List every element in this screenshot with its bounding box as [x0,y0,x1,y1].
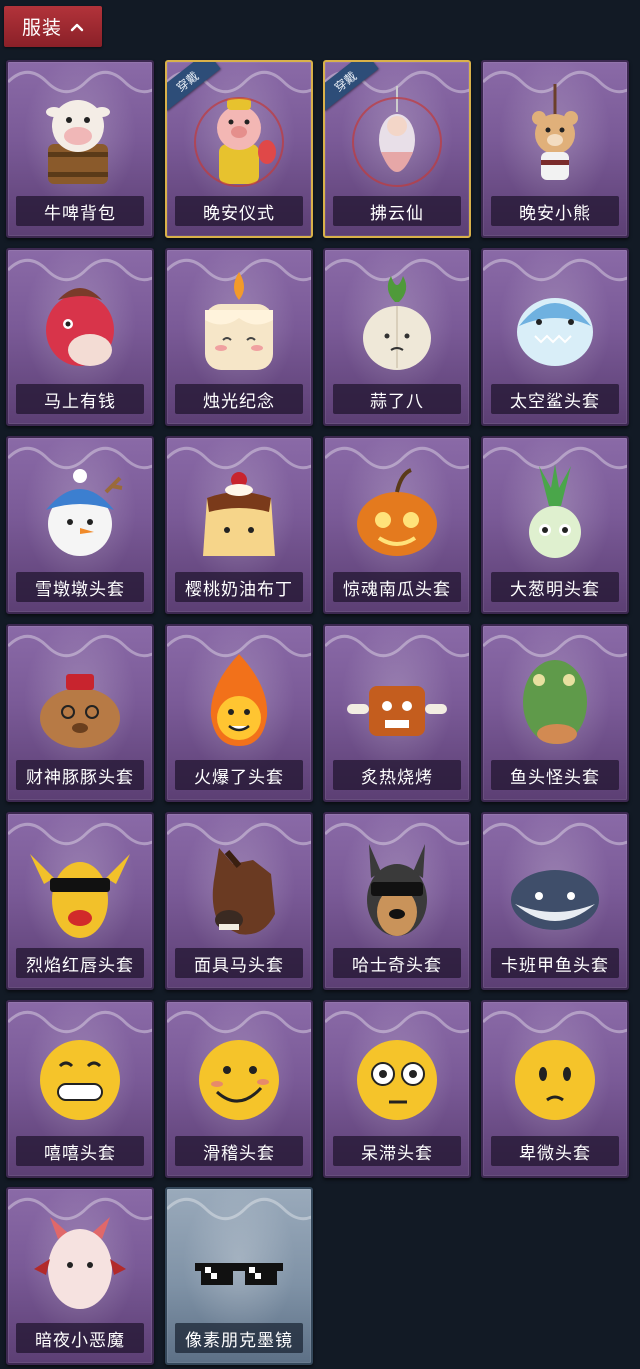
costume-name: 炙热烧烤 [333,760,461,790]
bbq-meat-mask-icon [347,686,447,736]
costume-card[interactable]: 哈士奇头套 [323,812,471,990]
costume-name: 火爆了头套 [175,760,303,790]
costume-name: 雪墩墩头套 [16,572,144,602]
scallion-mask-icon [529,464,581,558]
costume-card[interactable]: 烛光纪念 [165,248,313,426]
costume-name: 拂云仙 [333,196,461,226]
costume-card[interactable]: 牛啤背包 [6,60,154,238]
shark-helmet-icon [517,298,593,366]
costume-name: 财神豚豚头套 [16,760,144,790]
costume-card[interactable]: 嘻嘻头套 [6,1000,154,1178]
costume-name: 烈焰红唇头套 [16,948,144,978]
shy-emoji-mask-icon [515,1040,595,1120]
pig-doll-icon [194,97,284,187]
costume-card[interactable]: 惊魂南瓜头套 [323,436,471,614]
horse-head-mask-icon [212,848,275,935]
costume-name: 惊魂南瓜头套 [333,572,461,602]
yellow-lips-mask-icon [30,854,130,938]
costume-name: 卑微头套 [491,1136,619,1166]
costume-name: 樱桃奶油布丁 [175,572,303,602]
devil-mask-icon [34,1217,126,1309]
costume-card[interactable]: 滑稽头套 [165,1000,313,1178]
costume-card[interactable]: 马上有钱 [6,248,154,426]
costume-name: 晚安小熊 [491,196,619,226]
costume-card[interactable]: 鱼头怪头套 [481,624,629,802]
dazed-emoji-mask-icon [357,1040,437,1120]
costume-card[interactable]: 火爆了头套 [165,624,313,802]
costume-card[interactable]: 像素朋克墨镜 [165,1187,313,1365]
pixel-sunglasses-icon [195,1263,283,1285]
bear-charm-icon [532,84,578,180]
costume-card[interactable]: 卑微头套 [481,1000,629,1178]
costume-name: 鱼头怪头套 [491,760,619,790]
cloud-fairy-charm-icon [352,86,442,187]
costume-name: 晚安仪式 [175,196,303,226]
costume-name: 蒜了八 [333,384,461,414]
costume-name: 卡班甲鱼头套 [491,948,619,978]
grin-emoji-mask-icon [40,1040,120,1120]
costume-name: 哈士奇头套 [333,948,461,978]
costume-name: 滑稽头套 [175,1136,303,1166]
costume-card[interactable]: 穿戴 晚安仪式 [165,60,313,238]
fish-head-mask-icon [523,660,587,744]
costume-card[interactable]: 暗夜小恶魔 [6,1187,154,1365]
costume-name: 马上有钱 [16,384,144,414]
costume-name: 像素朋克墨镜 [175,1323,303,1353]
costume-card[interactable]: 卡班甲鱼头套 [481,812,629,990]
costume-card[interactable]: 大葱明头套 [481,436,629,614]
costume-name: 呆滞头套 [333,1136,461,1166]
candle-mask-icon [205,272,273,370]
capybara-mask-icon [40,674,120,748]
garlic-mask-icon [363,276,431,370]
costume-name: 暗夜小恶魔 [16,1323,144,1353]
costume-card[interactable]: 烈焰红唇头套 [6,812,154,990]
red-horse-mask-icon [46,288,114,366]
costume-card[interactable]: 晚安小熊 [481,60,629,238]
costume-card[interactable]: 樱桃奶油布丁 [165,436,313,614]
costume-card[interactable]: 炙热烧烤 [323,624,471,802]
costume-name: 牛啤背包 [16,196,144,226]
pudding-mask-icon [203,472,275,556]
cow-beer-backpack-icon [46,100,110,184]
smirk-emoji-mask-icon [199,1040,279,1120]
pumpkin-mask-icon [357,468,437,556]
costume-card[interactable]: 呆滞头套 [323,1000,471,1178]
costume-card[interactable]: 面具马头套 [165,812,313,990]
snowman-mask-icon [46,469,123,556]
costume-name: 嘻嘻头套 [16,1136,144,1166]
husky-mask-icon [367,844,427,936]
costume-card[interactable]: 财神豚豚头套 [6,624,154,802]
fire-mask-icon [210,654,268,746]
puffer-fish-mask-icon [511,870,599,930]
costume-name: 烛光纪念 [175,384,303,414]
costume-name: 面具马头套 [175,948,303,978]
costume-card[interactable]: 蒜了八 [323,248,471,426]
costume-card[interactable]: 太空鲨头套 [481,248,629,426]
costume-card[interactable]: 雪墩墩头套 [6,436,154,614]
costume-card[interactable]: 穿戴 拂云仙 [323,60,471,238]
costume-name: 太空鲨头套 [491,384,619,414]
costume-name: 大葱明头套 [491,572,619,602]
costume-grid: 牛啤背包 穿戴 晚安仪式 穿戴 拂云仙 晚安小熊马上有钱 烛光纪念 蒜了八 太空鲨头套雪墩墩头套… [0,0,640,1369]
